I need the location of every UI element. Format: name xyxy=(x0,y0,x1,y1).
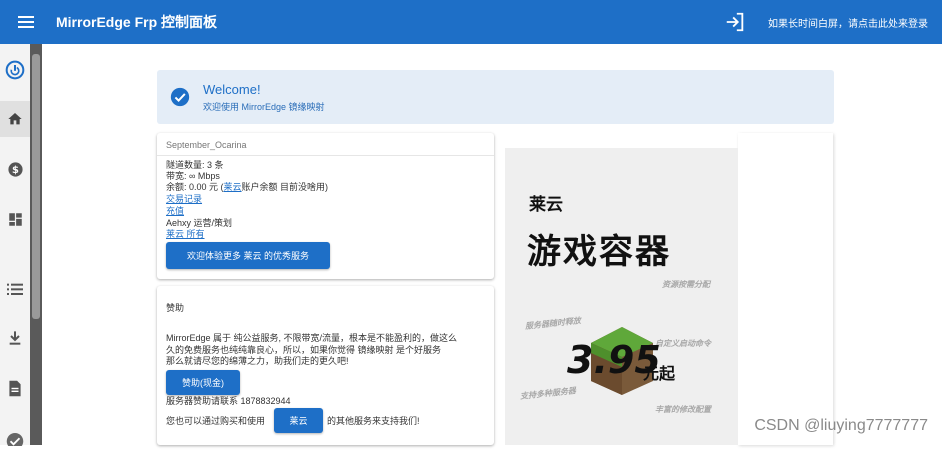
app-bar: MirrorEdge Frp 控制面板 如果长时间白屏，请点击此处来登录 xyxy=(0,0,942,44)
sponsor-title: 赞助 xyxy=(166,303,184,314)
ad-price-unit: 元起 xyxy=(643,360,675,384)
transactions-link[interactable]: 交易记录 xyxy=(166,194,202,204)
power-icon[interactable] xyxy=(0,52,30,88)
dollar-icon[interactable]: $ xyxy=(0,151,30,187)
welcome-subtitle: 欢迎使用 MirrorEdge 镜缘映射 xyxy=(203,100,325,113)
tunnel-count: 隧道数量: 3 条 xyxy=(166,160,224,171)
laiyun-owner-link[interactable]: 莱云 所有 xyxy=(166,229,205,239)
sponsor-text-line2: 久的免费服务也纯纯靠良心，所以，如果你觉得 镜缘映射 是个好服务 xyxy=(166,345,441,356)
home-icon[interactable] xyxy=(0,101,30,137)
bandwidth: 带宽: ∞ Mbps xyxy=(166,171,220,182)
support-prefix: 您也可以通过购买和使用 xyxy=(166,416,265,427)
laiyun-services-button[interactable]: 欢迎体验更多 莱云 的优秀服务 xyxy=(166,242,330,269)
app-title: MirrorEdge Frp 控制面板 xyxy=(56,12,217,32)
balance: 余额: 0.00 元 (莱云账户余额 目前没啥用) xyxy=(166,182,328,193)
username: September_Ocarina xyxy=(166,140,247,150)
ad-feature: 自定义启动命令 xyxy=(655,338,711,349)
ad-feature: 服务器随时释放 xyxy=(525,315,582,332)
ad-brand: 莱云 xyxy=(529,190,563,215)
divider xyxy=(157,155,494,156)
scrollbar-thumb[interactable] xyxy=(32,54,40,319)
user-info-card: September_Ocarina 隧道数量: 3 条 带宽: ∞ Mbps 余… xyxy=(157,133,494,279)
support-suffix: 的其他服务来支持我们! xyxy=(327,416,420,427)
ad-card-frame xyxy=(738,133,833,445)
login-area[interactable]: 如果长时间白屏，请点击此处来登录 xyxy=(724,11,942,33)
sidebar: $ xyxy=(0,44,42,445)
download-icon[interactable] xyxy=(0,320,30,356)
sponsor-text-line1: MirrorEdge 属于 纯公益服务, 不限带宽/流量，根本是不能盈利的，做这… xyxy=(166,333,457,344)
csdn-watermark: CSDN @liuying7777777 xyxy=(754,417,928,435)
laiyun-balance-link[interactable]: 莱云 xyxy=(224,182,242,192)
sponsor-card: 赞助 MirrorEdge 属于 纯公益服务, 不限带宽/流量，根本是不能盈利的… xyxy=(157,286,494,445)
login-hint-link[interactable]: 如果长时间白屏，请点击此处来登录 xyxy=(768,15,928,30)
balance-suffix: 账户余额 目前没啥用) xyxy=(242,182,329,192)
recharge-link[interactable]: 充值 xyxy=(166,206,184,216)
balance-prefix: 余额: 0.00 元 ( xyxy=(166,182,224,192)
sidebar-scrollbar[interactable] xyxy=(30,44,42,445)
sponsor-contact: 服务器赞助请联系 1878832944 xyxy=(166,396,291,407)
ad-title: 游戏容器 xyxy=(527,224,671,273)
ad-feature: 丰富的修改配置 xyxy=(655,404,711,415)
laiyun-support-button[interactable]: 莱云 xyxy=(274,408,323,433)
laiyun-ad-banner[interactable]: 莱云 游戏容器 资源按需分配 服务器随时释放 自定义启动命令 支持多种服务器 丰… xyxy=(505,148,738,445)
hamburger-icon[interactable] xyxy=(0,0,52,44)
sponsor-text-line3: 那么就请尽您的绵薄之力，助我们走的更久吧! xyxy=(166,356,349,367)
check-circle-icon xyxy=(170,87,190,107)
welcome-banner: Welcome! 欢迎使用 MirrorEdge 镜缘映射 xyxy=(157,70,834,124)
operator-text: Aehxy 运营/策划 xyxy=(166,218,232,229)
document-icon[interactable] xyxy=(0,370,30,406)
ad-feature: 资源按需分配 xyxy=(662,279,710,290)
welcome-title: Welcome! xyxy=(203,82,325,97)
svg-text:$: $ xyxy=(12,165,19,176)
check-icon[interactable] xyxy=(0,421,30,457)
dashboard-icon[interactable] xyxy=(0,201,30,237)
donate-cash-button[interactable]: 赞助(现金) xyxy=(166,370,240,395)
list-icon[interactable] xyxy=(0,271,30,307)
ad-feature: 支持多种服务器 xyxy=(520,385,577,402)
login-icon[interactable] xyxy=(724,11,746,33)
